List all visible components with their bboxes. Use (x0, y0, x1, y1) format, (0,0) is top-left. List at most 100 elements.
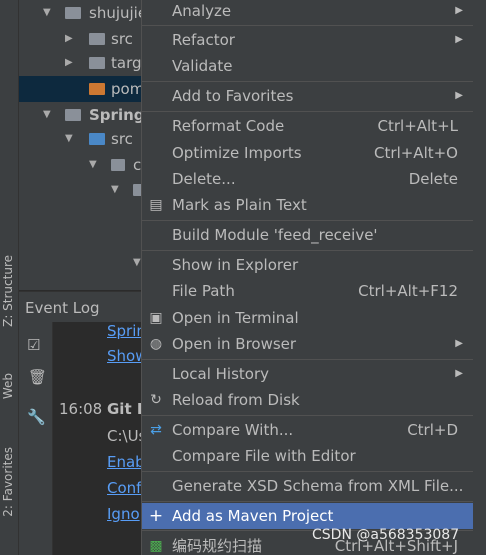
compare-arrows-icon: ⇄ (150, 422, 162, 438)
event-log-header: Event Log (19, 291, 141, 322)
folder-icon (65, 7, 81, 19)
menu-separator (142, 25, 473, 26)
log-link[interactable]: Conf (107, 479, 141, 497)
expand-arrow-icon[interactable]: ▼ (89, 152, 97, 178)
menu-item-label: Reload from Disk (172, 391, 300, 409)
structure-tab[interactable]: Z: Structure (1, 255, 15, 327)
expand-arrow-icon[interactable]: ▼ (133, 250, 141, 276)
folder-icon (133, 184, 141, 196)
menu-separator (142, 220, 473, 221)
menu-separator (142, 111, 473, 112)
tree-row[interactable]: ▼ c (19, 152, 141, 178)
web-tab[interactable]: Web (1, 373, 15, 399)
menu-item-validate[interactable]: Validate (142, 53, 473, 79)
expand-arrow-icon[interactable]: ▼ (65, 126, 73, 152)
menu-item-label: Open in Browser (172, 335, 297, 353)
submenu-arrow-icon: ▶ (455, 90, 463, 101)
log-title: Git R (107, 400, 141, 418)
mark-read-icon[interactable]: ☑ (27, 336, 40, 354)
log-link[interactable]: Sprin (107, 322, 141, 340)
expand-arrow-icon[interactable]: ▼ (43, 102, 51, 128)
tree-row-label: src (111, 130, 133, 148)
menu-item-label: 编码规约扫描 (172, 537, 263, 555)
menu-item-label: Open in Terminal (172, 309, 299, 327)
menu-item-delete[interactable]: Delete... Delete (142, 166, 473, 192)
tree-row[interactable]: ▶ src (19, 26, 141, 52)
log-link[interactable]: Igno (107, 505, 140, 523)
terminal-icon: ▣ (149, 310, 163, 326)
menu-item-add-as-maven-project[interactable]: + Add as Maven Project (142, 503, 473, 529)
menu-item-label: Delete... (172, 170, 236, 188)
menu-item-show-in-explorer[interactable]: Show in Explorer (142, 252, 473, 278)
menu-separator (142, 501, 473, 502)
tree-row[interactable]: ▼ shujujie (19, 0, 141, 26)
menu-item-refactor[interactable]: Refactor ▶ (142, 27, 473, 53)
tree-row-label: shujujie (89, 4, 141, 22)
menu-item-local-history[interactable]: Local History ▶ (142, 361, 473, 387)
menu-item-label: Optimize Imports (172, 144, 302, 162)
tree-row[interactable]: ▼ Spring (19, 102, 141, 128)
menu-item-compare-with[interactable]: ⇄ Compare With... Ctrl+D (142, 417, 473, 443)
tree-row-selected[interactable]: pom (19, 76, 141, 102)
submenu-arrow-icon: ▶ (455, 368, 463, 379)
tree-row-label: src (111, 30, 133, 48)
shortcut-label: Ctrl+D (407, 421, 458, 439)
menu-item-file-path[interactable]: File Path Ctrl+Alt+F12 (142, 278, 473, 304)
trash-icon[interactable]: 🗑 (28, 368, 47, 386)
log-link[interactable]: Enab (107, 453, 141, 471)
maven-file-icon (89, 83, 105, 95)
menu-item-analyze[interactable]: Analyze ▶ (142, 0, 473, 24)
scan-icon: ▩ (149, 538, 163, 554)
expand-arrow-icon[interactable]: ▼ (43, 0, 51, 26)
tree-row[interactable]: ▼ src (19, 126, 141, 152)
menu-item-label: Generate XSD Schema from XML File... (172, 477, 464, 495)
menu-item-mark-plain-text[interactable]: ▤ Mark as Plain Text (142, 192, 473, 218)
folder-icon (89, 57, 105, 69)
tree-row-label: c (133, 156, 141, 174)
menu-separator (142, 359, 473, 360)
log-link[interactable]: Show (107, 347, 141, 365)
tree-row[interactable]: ▼ (19, 177, 141, 203)
tree-row-label: targ (111, 54, 141, 72)
expand-arrow-icon[interactable]: ▼ (111, 177, 119, 203)
menu-item-label: Reformat Code (172, 117, 285, 135)
menu-separator (142, 415, 473, 416)
tree-row[interactable]: ▶ targ (19, 50, 141, 76)
menu-item-label: Validate (172, 57, 233, 75)
menu-item-optimize-imports[interactable]: Optimize Imports Ctrl+Alt+O (142, 140, 473, 166)
collapse-arrow-icon[interactable]: ▶ (65, 50, 73, 76)
menu-item-reformat-code[interactable]: Reformat Code Ctrl+Alt+L (142, 113, 473, 139)
menu-item-generate-xsd[interactable]: Generate XSD Schema from XML File... (142, 473, 473, 499)
menu-item-compare-with-editor[interactable]: Compare File with Editor (142, 443, 473, 469)
favorites-tab[interactable]: 2: Favorites (1, 447, 15, 517)
menu-item-reload-from-disk[interactable]: ↻ Reload from Disk (142, 387, 473, 413)
menu-item-label: Refactor (172, 31, 235, 49)
project-tree: ▼ shujujie ▶ src ▶ targ pom ▼ Spring ▼ s… (19, 0, 141, 290)
menu-separator (142, 81, 473, 82)
menu-item-label: Add as Maven Project (172, 507, 334, 525)
menu-item-label: Mark as Plain Text (172, 196, 307, 214)
folder-icon (65, 109, 81, 121)
menu-item-label: Compare With... (172, 421, 294, 439)
menu-item-open-in-browser[interactable]: ◍ Open in Browser ▶ (142, 331, 473, 357)
menu-item-label: Compare File with Editor (172, 447, 356, 465)
menu-item-build-module[interactable]: Build Module 'feed_receive' (142, 222, 473, 248)
menu-item-add-to-favorites[interactable]: Add to Favorites ▶ (142, 83, 473, 109)
folder-icon (111, 159, 125, 171)
event-log-body: Sprin Show 16:08 Git R C:\Us Enab Conf I… (53, 322, 141, 555)
plus-icon: + (148, 506, 164, 526)
submenu-arrow-icon: ▶ (455, 34, 463, 45)
shortcut-label: Ctrl+Alt+O (374, 144, 458, 162)
collapse-arrow-icon[interactable]: ▶ (65, 26, 73, 52)
folder-icon (89, 133, 105, 145)
menu-item-open-in-terminal[interactable]: ▣ Open in Terminal (142, 305, 473, 331)
tree-row-label: Spring (89, 106, 141, 124)
tree-row[interactable]: ▼ (19, 250, 141, 276)
menu-item-label: Build Module 'feed_receive' (172, 226, 378, 244)
menu-item-label: Analyze (172, 2, 232, 20)
folder-icon (89, 33, 105, 45)
wrench-icon[interactable]: 🔧 (27, 408, 46, 426)
menu-separator (142, 471, 473, 472)
menu-item-label: Local History (172, 365, 270, 383)
submenu-arrow-icon: ▶ (455, 5, 463, 16)
